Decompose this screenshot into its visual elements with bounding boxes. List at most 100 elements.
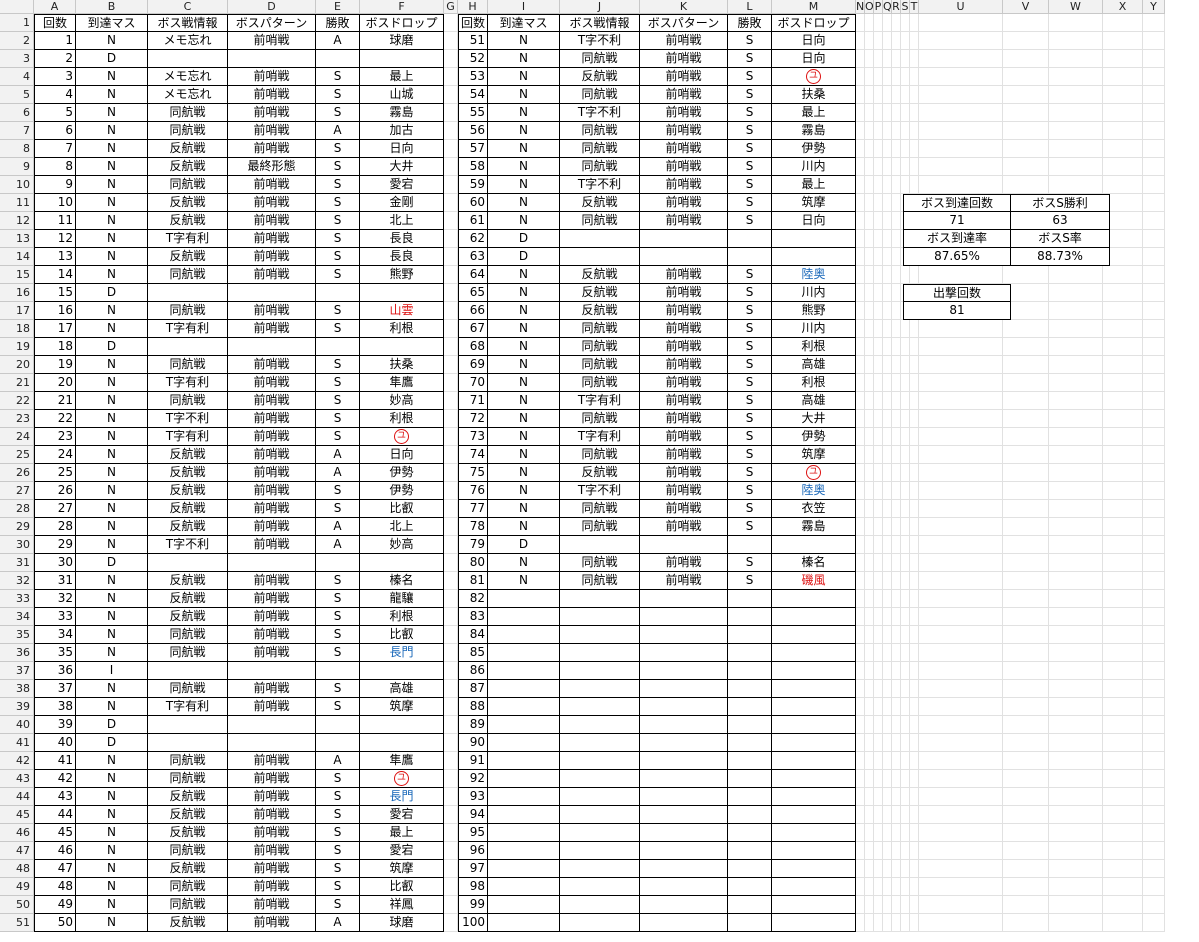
cell[interactable]	[883, 338, 892, 356]
table1-cell[interactable]: 5	[34, 104, 76, 122]
cell[interactable]	[910, 878, 919, 896]
cell[interactable]	[883, 482, 892, 500]
column-header-C[interactable]: C	[148, 0, 228, 14]
table1-cell[interactable]: 前哨戦	[228, 176, 316, 194]
table2-cell[interactable]: 73	[458, 428, 488, 446]
cell[interactable]	[892, 104, 901, 122]
cell[interactable]	[892, 50, 901, 68]
table1-cell[interactable]: N	[76, 428, 148, 446]
cell[interactable]	[1049, 338, 1103, 356]
table2-cell[interactable]	[728, 626, 772, 644]
column-header-S[interactable]: S	[901, 0, 910, 14]
cell[interactable]	[865, 626, 874, 644]
table2-cell[interactable]	[560, 248, 640, 266]
cell[interactable]	[892, 158, 901, 176]
cell[interactable]	[910, 104, 919, 122]
cell[interactable]	[1049, 374, 1103, 392]
cell[interactable]	[874, 302, 883, 320]
table2-cell[interactable]: 榛名	[772, 554, 856, 572]
cell[interactable]	[1103, 50, 1143, 68]
table2-cell[interactable]: S	[728, 302, 772, 320]
table1-cell[interactable]: 前哨戦	[228, 410, 316, 428]
cell[interactable]	[910, 626, 919, 644]
table1-cell[interactable]: T字不利	[148, 536, 228, 554]
cell[interactable]	[892, 680, 901, 698]
table1-cell[interactable]: 同航戦	[148, 770, 228, 788]
cell[interactable]	[883, 824, 892, 842]
table1-cell[interactable]: N	[76, 302, 148, 320]
cell[interactable]	[919, 338, 1003, 356]
table2-cell[interactable]: 川内	[772, 158, 856, 176]
table2-cell[interactable]: 同航戦	[560, 446, 640, 464]
table2-cell[interactable]: 筑摩	[772, 446, 856, 464]
cell[interactable]	[865, 698, 874, 716]
cell[interactable]	[910, 464, 919, 482]
cell[interactable]	[1103, 536, 1143, 554]
column-header-H[interactable]: H	[458, 0, 488, 14]
table2-cell[interactable]	[488, 626, 560, 644]
cell[interactable]	[883, 68, 892, 86]
cell[interactable]	[901, 752, 910, 770]
cell[interactable]	[892, 878, 901, 896]
cell[interactable]	[1103, 662, 1143, 680]
table1-cell[interactable]: N	[76, 464, 148, 482]
table1-cell[interactable]: 前哨戦	[228, 608, 316, 626]
table1-cell[interactable]: 榛名	[360, 572, 444, 590]
table2-cell[interactable]	[728, 842, 772, 860]
table2-cell[interactable]	[728, 878, 772, 896]
table2-cell[interactable]: 81	[458, 572, 488, 590]
cell[interactable]	[856, 626, 865, 644]
table1-cell[interactable]: 利根	[360, 608, 444, 626]
cell[interactable]	[892, 86, 901, 104]
table2-cell[interactable]: 前哨戦	[640, 302, 728, 320]
table1-cell[interactable]	[148, 716, 228, 734]
table1-cell[interactable]: 9	[34, 176, 76, 194]
table1-cell[interactable]: S	[316, 104, 360, 122]
cell[interactable]	[1003, 716, 1049, 734]
cell[interactable]	[856, 122, 865, 140]
table2-cell[interactable]: 同航戦	[560, 212, 640, 230]
cell[interactable]	[892, 302, 901, 320]
cell[interactable]	[444, 464, 458, 482]
cell[interactable]	[1003, 428, 1049, 446]
row-header[interactable]: 6	[0, 104, 34, 122]
row-header[interactable]: 49	[0, 878, 34, 896]
cell[interactable]	[901, 392, 910, 410]
table1-cell[interactable]: メモ忘れ	[148, 86, 228, 104]
table1-cell[interactable]: 41	[34, 752, 76, 770]
table2-cell[interactable]: 日向	[772, 32, 856, 50]
cell[interactable]	[865, 608, 874, 626]
table1-cell[interactable]: N	[76, 824, 148, 842]
table1-cell[interactable]: D	[76, 338, 148, 356]
table2-cell[interactable]: 筑摩	[772, 194, 856, 212]
cell[interactable]	[892, 554, 901, 572]
table2-cell[interactable]	[728, 608, 772, 626]
table1-cell[interactable]: 山城	[360, 86, 444, 104]
cell[interactable]	[1103, 914, 1143, 932]
table2-cell[interactable]: 反航戦	[560, 464, 640, 482]
cell[interactable]	[892, 662, 901, 680]
table2-cell[interactable]: 67	[458, 320, 488, 338]
table1-cell[interactable]: 愛宕	[360, 806, 444, 824]
cell[interactable]	[874, 860, 883, 878]
table2-cell[interactable]	[728, 716, 772, 734]
table1-cell[interactable]: D	[76, 554, 148, 572]
table1-cell[interactable]: 前哨戦	[228, 752, 316, 770]
table2-cell[interactable]: T字不利	[560, 104, 640, 122]
cell[interactable]	[901, 482, 910, 500]
table2-cell[interactable]	[728, 590, 772, 608]
table2-cell[interactable]	[772, 590, 856, 608]
table2-cell[interactable]: S	[728, 338, 772, 356]
table2-cell[interactable]	[728, 230, 772, 248]
cell[interactable]	[865, 212, 874, 230]
table1-cell[interactable]: T字有利	[148, 698, 228, 716]
cell[interactable]	[444, 662, 458, 680]
cell[interactable]	[874, 644, 883, 662]
cell[interactable]	[856, 302, 865, 320]
table1-cell[interactable]	[148, 50, 228, 68]
table2-cell[interactable]: N	[488, 356, 560, 374]
row-header[interactable]: 36	[0, 644, 34, 662]
table1-cell[interactable]	[228, 338, 316, 356]
table2-cell[interactable]	[488, 608, 560, 626]
table1-cell[interactable]: A	[316, 32, 360, 50]
